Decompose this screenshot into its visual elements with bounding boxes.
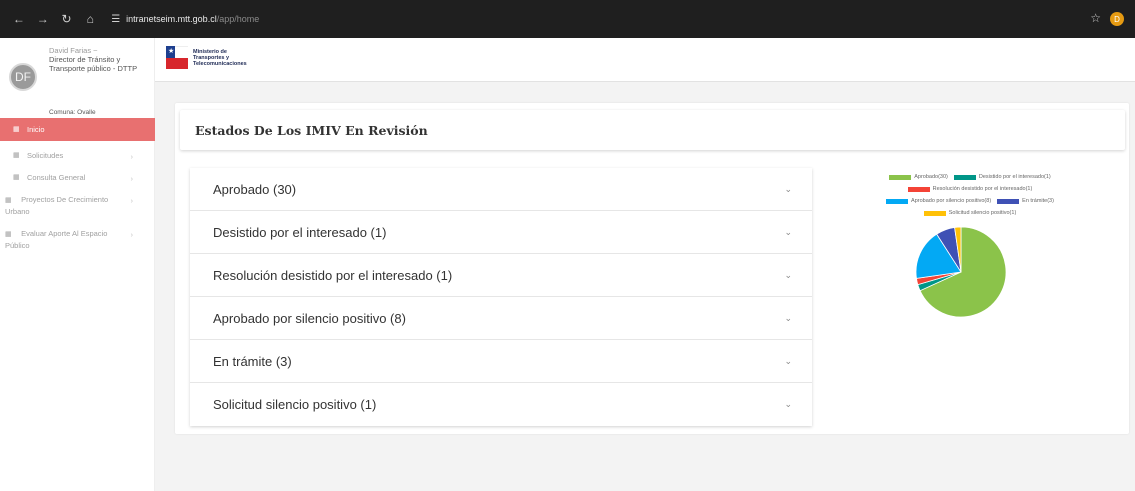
legend-item[interactable]: Aprobado por silencio positivo(8) xyxy=(886,198,991,204)
accordion-item-silencio-positivo[interactable]: Aprobado por silencio positivo (8) ⌄ xyxy=(190,297,812,340)
legend-label: En trámite(3) xyxy=(1022,198,1054,204)
title-card: Estados De Los IMIV En Revisión xyxy=(180,110,1125,150)
legend-item[interactable]: Aprobado(30) xyxy=(889,174,948,180)
sidebar-item-text: Proyectos De Crecimiento Urbano xyxy=(5,195,109,216)
grid-icon: ▦ xyxy=(13,174,20,181)
accordion-item-solicitud-silencio[interactable]: Solicitud silencio positivo (1) ⌄ xyxy=(190,383,812,426)
ministry-line: Telecomunicaciones xyxy=(193,60,247,67)
chevron-right-icon: › xyxy=(130,198,133,205)
legend-item[interactable]: Desistido por el interesado(1) xyxy=(953,174,1051,180)
top-header: ★ Ministerio de Transportes y Telecomuni… xyxy=(155,38,1135,82)
grid-icon: ▦ xyxy=(5,231,12,238)
legend-label: Aprobado por silencio positivo(8) xyxy=(911,198,992,204)
chevron-right-icon: › xyxy=(130,232,133,239)
chevron-right-icon: › xyxy=(130,154,133,161)
accordion-label: Desistido por el interesado (1) xyxy=(213,224,387,240)
legend-label: Aprobado(30) xyxy=(914,174,948,180)
legend-item[interactable]: Solicitud silencio positivo(1) xyxy=(923,210,1017,216)
forward-icon[interactable]: → xyxy=(34,10,52,28)
accordion-label: Resolución desistido por el interesado (… xyxy=(213,267,453,283)
url-host: intranetseim.mtt.gob.cl xyxy=(126,14,217,24)
sidebar-item-label: Consulta General xyxy=(27,173,86,182)
accordion-item-resolucion-desistido[interactable]: Resolución desistido por el interesado (… xyxy=(190,254,812,297)
legend-label: Solicitud silencio positivo(1) xyxy=(948,210,1017,216)
sidebar-menu: ▦ Inicio ▦ Solicitudes › ▦ Consulta Gene… xyxy=(0,118,155,255)
sidebar-item-consulta-general[interactable]: ▦ Consulta General › xyxy=(0,168,155,187)
home-icon[interactable]: ⌂ xyxy=(81,10,99,28)
reload-icon[interactable]: ↻ xyxy=(58,10,76,28)
legend-swatch xyxy=(953,174,976,180)
user-block: DF David Farias ~ Director de Tránsito y… xyxy=(0,38,154,118)
chevron-down-icon[interactable]: ⌄ xyxy=(784,227,792,238)
accordion-label: Aprobado por silencio positivo (8) xyxy=(213,310,406,326)
sidebar-item-solicitudes[interactable]: ▦ Solicitudes › xyxy=(0,146,155,165)
user-commune: Comuna: Ovalle xyxy=(49,109,96,116)
chevron-down-icon[interactable]: ⌄ xyxy=(784,270,792,281)
site-info-icon[interactable]: ☰ xyxy=(111,14,120,25)
legend-swatch xyxy=(886,198,909,204)
legend-label: Desistido por el interesado(1) xyxy=(978,174,1051,180)
sidebar-item-proyectos[interactable]: ▦ Proyectos De Crecimiento Urbano › xyxy=(0,190,133,221)
legend-swatch xyxy=(923,210,946,216)
accordion-label: En trámite (3) xyxy=(213,353,292,369)
user-role: Director de Tránsito y Transporte públic… xyxy=(49,55,138,73)
chevron-down-icon[interactable]: ⌄ xyxy=(784,184,792,195)
url-path: /app/home xyxy=(216,14,260,24)
browser-toolbar: ← → ↻ ⌂ ☰ intranetseim.mtt.gob.cl/app/ho… xyxy=(0,0,1135,38)
chevron-right-icon: › xyxy=(130,176,133,183)
grid-icon: ▦ xyxy=(13,152,20,159)
ministry-logo[interactable]: ★ Ministerio de Transportes y Telecomuni… xyxy=(166,46,247,69)
accordion-label: Aprobado (30) xyxy=(213,181,297,197)
legend-item[interactable]: Resolución desistido por el interesado(1… xyxy=(907,186,1033,192)
sidebar-item-label: Inicio xyxy=(27,125,45,134)
legend-swatch xyxy=(907,186,930,192)
pie-chart-canvas xyxy=(915,226,1007,318)
chile-flag-icon: ★ xyxy=(166,46,188,69)
sidebar: DF David Farias ~ Director de Tránsito y… xyxy=(0,38,155,491)
profile-avatar[interactable]: D xyxy=(1110,12,1124,26)
grid-icon: ▦ xyxy=(13,126,20,133)
accordion-item-desistido[interactable]: Desistido por el interesado (1) ⌄ xyxy=(190,211,812,254)
sidebar-item-label: ▦ Evaluar Aporte Al Espacio Público xyxy=(5,228,124,251)
accordion-label: Solicitud silencio positivo (1) xyxy=(213,397,377,412)
sidebar-item-text: Evaluar Aporte Al Espacio Público xyxy=(5,229,108,250)
legend-swatch xyxy=(889,174,912,180)
legend-label: Resolución desistido por el interesado(1… xyxy=(932,186,1033,192)
bookmark-star-icon[interactable]: ☆ xyxy=(1090,11,1101,25)
sidebar-item-label: ▦ Proyectos De Crecimiento Urbano xyxy=(5,194,124,217)
states-accordion: Aprobado (30) ⌄ Desistido por el interes… xyxy=(190,168,812,426)
page-title: Estados De Los IMIV En Revisión xyxy=(195,122,428,138)
address-bar[interactable]: ☰ intranetseim.mtt.gob.cl/app/home xyxy=(111,7,1125,31)
avatar: DF xyxy=(9,63,37,91)
chevron-down-icon[interactable]: ⌄ xyxy=(784,399,792,410)
legend-item[interactable]: En trámite(3) xyxy=(997,198,1054,204)
ministry-name: Ministerio de Transportes y Telecomunica… xyxy=(193,49,247,67)
chart-legend: Aprobado(30) Desistido por el interesado… xyxy=(820,168,1120,218)
states-pie-chart: Aprobado(30) Desistido por el interesado… xyxy=(820,168,1120,328)
sidebar-item-label: Solicitudes xyxy=(27,151,64,160)
legend-swatch xyxy=(997,198,1020,204)
chevron-down-icon[interactable]: ⌄ xyxy=(784,313,792,324)
back-icon[interactable]: ← xyxy=(10,10,28,28)
accordion-item-en-tramite[interactable]: En trámite (3) ⌄ xyxy=(190,340,812,383)
sidebar-item-inicio[interactable]: ▦ Inicio xyxy=(0,118,155,141)
grid-icon: ▦ xyxy=(5,197,12,204)
user-name[interactable]: David Farias ~ xyxy=(49,46,98,55)
sidebar-item-evaluar-aporte[interactable]: ▦ Evaluar Aporte Al Espacio Público › xyxy=(0,224,133,255)
chevron-down-icon[interactable]: ⌄ xyxy=(784,356,792,367)
accordion-item-aprobado[interactable]: Aprobado (30) ⌄ xyxy=(190,168,812,211)
